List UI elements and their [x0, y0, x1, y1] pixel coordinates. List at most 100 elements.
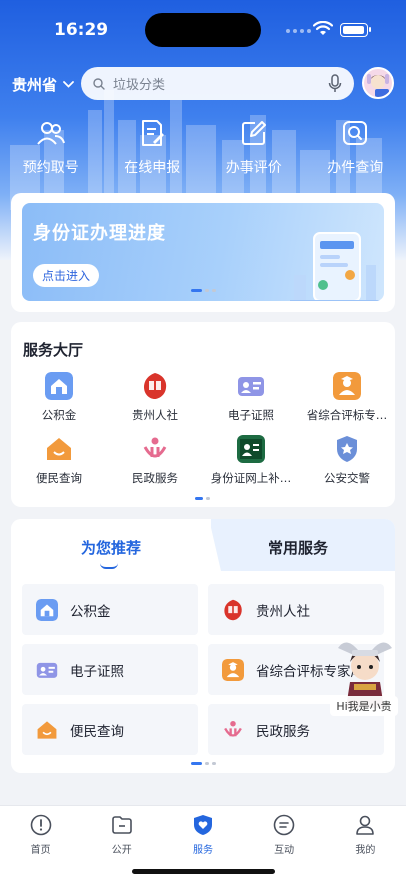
tab-common-services[interactable]: 常用服务	[209, 519, 395, 571]
mascot-label[interactable]: Hi我是小贵	[330, 696, 398, 716]
house-smile-icon	[47, 438, 71, 460]
signal-icon	[286, 29, 311, 33]
pencil-square-icon	[241, 121, 266, 145]
service-label: 公安交警	[324, 471, 370, 485]
tab-services-label: 服务	[192, 845, 213, 856]
avatar-icon	[367, 74, 389, 97]
tab-home[interactable]: 首页	[0, 814, 81, 856]
chevron-down-icon	[63, 81, 74, 88]
quick-action-query[interactable]: 办件查询	[305, 118, 406, 177]
id-card-icon	[36, 662, 58, 678]
guizhou-social-security-icon	[144, 373, 167, 399]
service-housing-fund[interactable]: 公积金	[11, 372, 107, 423]
banner-enter-button[interactable]: 点击进入	[33, 264, 99, 287]
service-guizhou-hr[interactable]: 贵州人社	[107, 372, 203, 423]
housing-fund-icon	[36, 598, 58, 621]
guizhou-social-security-icon	[224, 599, 242, 620]
recommend-grid: 公积金 贵州人社 电子证照 省综合评标专家库 便民查询 民政服务	[22, 584, 384, 755]
tab-interaction-label: 互动	[274, 845, 295, 856]
recommend-item-e-license[interactable]: 电子证照	[22, 644, 198, 695]
home-indicator	[132, 869, 275, 874]
recommend-item-guizhou-hr[interactable]: 贵州人社	[208, 584, 384, 635]
search-icon	[93, 77, 105, 90]
quick-action-online-declare[interactable]: 在线申报	[102, 118, 204, 177]
civil-affairs-icon	[143, 437, 167, 458]
recommend-item-label: 电子证照	[70, 663, 124, 680]
service-label: 电子证照	[228, 408, 274, 422]
id-card-icon	[238, 377, 264, 396]
housing-fund-icon	[45, 372, 73, 400]
tab-recommended-label: 为您推荐	[80, 539, 141, 557]
tab-active-indicator	[100, 563, 118, 569]
service-civil-affairs[interactable]: 民政服务	[107, 435, 203, 486]
region-selector[interactable]: 贵州省	[12, 74, 74, 95]
tab-services[interactable]: 服务	[162, 814, 243, 856]
expert-icon	[222, 658, 244, 681]
tab-public[interactable]: 公开	[81, 814, 162, 856]
search-placeholder: 垃圾分类	[113, 78, 166, 93]
quick-action-label: 办事评价	[225, 160, 282, 176]
quick-action-label: 在线申报	[124, 160, 181, 176]
service-label: 民政服务	[132, 471, 178, 485]
search-bar[interactable]: 垃圾分类	[81, 67, 354, 100]
document-edit-icon	[142, 120, 165, 146]
tab-mine[interactable]: 我的	[325, 814, 406, 856]
people-icon	[36, 122, 65, 145]
service-label: 身份证网上补…	[210, 471, 292, 485]
service-label: 便民查询	[36, 471, 82, 485]
region-label: 贵州省	[12, 76, 58, 94]
quick-action-label: 预约取号	[22, 160, 79, 176]
search-square-icon	[343, 121, 368, 145]
dynamic-island	[145, 13, 261, 47]
recommend-item-label: 便民查询	[70, 723, 124, 740]
service-bid-experts[interactable]: 省综合评标专…	[299, 372, 395, 423]
service-convenience-query[interactable]: 便民查询	[11, 435, 107, 486]
tab-recommended[interactable]: 为您推荐	[11, 519, 211, 571]
recommend-item-housing-fund[interactable]: 公积金	[22, 584, 198, 635]
home-alert-icon	[30, 814, 51, 836]
banner-title: 身份证办理进度	[33, 223, 166, 244]
police-badge-icon	[337, 436, 357, 462]
user-avatar[interactable]	[362, 67, 394, 99]
quick-action-appointment[interactable]: 预约取号	[0, 118, 102, 177]
shield-heart-icon	[193, 815, 212, 835]
service-e-license[interactable]: 电子证照	[203, 372, 299, 423]
banner-page-indicator	[191, 289, 216, 292]
service-hall-grid: 公积金 贵州人社 电子证照 省综合评标专… 便民查询 民政服务 身份证网上补…	[11, 372, 395, 486]
tab-home-label: 首页	[30, 845, 51, 856]
service-hall-title: 服务大厅	[23, 341, 84, 359]
tab-mine-label: 我的	[355, 845, 376, 856]
microphone-icon[interactable]	[328, 74, 342, 93]
folder-icon	[111, 816, 132, 834]
service-label: 省综合评标专…	[306, 408, 388, 422]
battery-icon	[340, 23, 371, 37]
recommend-item-label: 公积金	[70, 603, 111, 620]
id-reissue-icon	[237, 435, 265, 463]
recommend-item-convenience-query[interactable]: 便民查询	[22, 704, 198, 755]
tab-common-services-label: 常用服务	[267, 539, 328, 557]
phone-illustration-icon	[290, 232, 382, 301]
house-smile-icon	[37, 720, 57, 739]
user-icon	[356, 815, 375, 835]
service-hall-card: 服务大厅 公积金 贵州人社 电子证照 省综合评标专… 便民查询 民政服务 身份证…	[11, 322, 395, 507]
recommend-page-indicator	[191, 762, 216, 765]
status-time: 16:29	[54, 20, 109, 40]
service-label: 贵州人社	[132, 408, 178, 422]
service-police-traffic[interactable]: 公安交警	[299, 435, 395, 486]
recommend-item-label: 民政服务	[256, 723, 310, 740]
quick-actions: 预约取号 在线申报 办事评价 办件查询	[0, 118, 406, 177]
tab-interaction[interactable]: 互动	[244, 814, 325, 856]
id-progress-banner[interactable]: 身份证办理进度 点击进入	[22, 203, 384, 301]
service-label: 公积金	[41, 408, 77, 422]
chat-icon	[273, 814, 295, 836]
wifi-icon	[313, 21, 333, 35]
quick-action-evaluate[interactable]: 办事评价	[203, 118, 305, 177]
quick-action-label: 办件查询	[327, 160, 384, 176]
expert-icon	[333, 372, 361, 400]
recommend-item-label: 贵州人社	[256, 603, 310, 620]
status-bar: 16:29	[0, 0, 406, 58]
service-id-reissue[interactable]: 身份证网上补…	[203, 435, 299, 486]
civil-affairs-icon	[224, 720, 242, 737]
tab-public-label: 公开	[111, 845, 132, 856]
service-hall-page-indicator	[195, 497, 210, 500]
